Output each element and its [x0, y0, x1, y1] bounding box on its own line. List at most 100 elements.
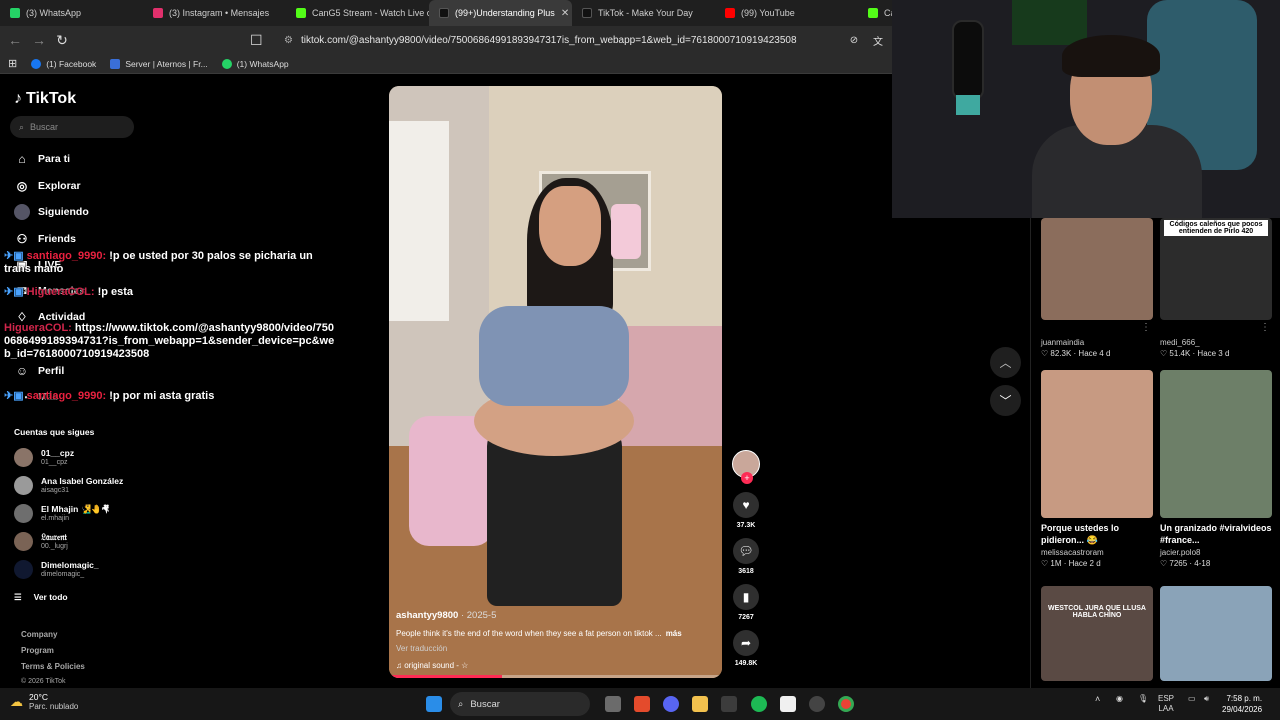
following-account[interactable]: 01__cpz 01__cpz — [14, 448, 74, 467]
nav-explorar[interactable]: ◎ Explorar — [14, 178, 81, 194]
video-card[interactable]: juanmaindia ♡ 82.3K · Hace 4 d ⋮ — [1041, 218, 1153, 358]
bookmark-aternos[interactable]: Server | Aternos | Fr... — [110, 58, 208, 69]
caption-more-link[interactable]: más — [666, 629, 682, 638]
back-icon[interactable]: ← — [8, 32, 22, 48]
following-title: Cuentas que sigues — [14, 427, 95, 437]
video-frame-person — [479, 306, 629, 406]
brave-icon[interactable] — [634, 696, 650, 712]
following-account[interactable]: Dimelomagic_ dimelomagic_ — [14, 560, 99, 579]
video-card[interactable] — [1160, 586, 1272, 681]
nav-perfil[interactable]: ☺ Perfil — [14, 363, 64, 379]
tab-kick-2[interactable]: Ca — [858, 0, 892, 26]
file-explorer-icon[interactable] — [692, 696, 708, 712]
whatsapp-icon — [10, 8, 20, 18]
footer-company[interactable]: Company — [21, 630, 57, 639]
profile-icon: ☺ — [15, 364, 29, 378]
url-text: tiktok.com/@ashantyy9800/video/750068649… — [300, 34, 797, 46]
task-view-icon[interactable] — [605, 696, 621, 712]
chevron-up-icon: ︿ — [999, 356, 1012, 370]
bookmark-icon[interactable]: ☐ — [250, 32, 263, 49]
like-button[interactable]: ♥ — [733, 492, 759, 518]
bookmark-facebook[interactable]: (1) Facebook — [31, 58, 96, 69]
tab-instagram[interactable]: (3) Instagram • Mensajes — [143, 0, 286, 26]
following-account[interactable]: 𝔏𝔞𝔲𝔯𝔢𝔫𝔱 00._lugrj — [14, 532, 68, 551]
follow-plus-icon[interactable]: + — [741, 472, 753, 484]
video-date: · 2025-5 — [458, 610, 497, 621]
tray-expand-icon[interactable]: ˄ — [1095, 694, 1100, 704]
browser-tabbar: (3) WhatsApp (3) Instagram • Mensajes Ca… — [0, 0, 892, 26]
previous-video-button[interactable]: ︿ — [990, 347, 1021, 378]
chat-text: !p esta — [94, 286, 134, 298]
account-handle: el.mhajin — [41, 515, 70, 522]
save-button[interactable]: ▮ — [733, 584, 759, 610]
chrome-icon[interactable] — [838, 696, 854, 712]
video-card[interactable]: WESTCOL JURA QUE LLUSA HABLA CHINO — [1041, 586, 1153, 681]
following-account[interactable]: Ana Isabel González aisagc31 — [14, 476, 123, 495]
store-icon[interactable] — [721, 696, 737, 712]
windows-start-icon[interactable] — [426, 696, 442, 712]
nav-para-ti[interactable]: ⌂ Para ti — [14, 151, 70, 167]
tab-tiktok[interactable]: TikTok - Make Your Day — [572, 0, 715, 26]
network-icon[interactable]: ▭ — [1188, 694, 1196, 704]
tab-youtube[interactable]: (99) YouTube — [715, 0, 858, 26]
share-button[interactable]: ➦ — [733, 630, 759, 656]
tab-tiktok-active[interactable]: (99+)Understanding Plus ✕ — [429, 0, 572, 26]
spotify-icon[interactable] — [751, 696, 767, 712]
volume-icon[interactable]: 🔊︎ — [1204, 694, 1209, 704]
obs-icon[interactable] — [809, 696, 825, 712]
video-info: ashantyy9800 · 2025-5 People think it's … — [396, 610, 716, 670]
weather-widget[interactable]: ☁ 20°C Parc. nublado — [10, 692, 78, 712]
tiktok-logo[interactable]: ♪ TikTok — [14, 90, 76, 108]
nav-label: Friends — [38, 233, 76, 245]
account-handle: 00._lugrj — [41, 543, 68, 550]
youtube-icon — [725, 8, 735, 18]
video-progress-bar[interactable] — [389, 675, 722, 678]
like-count: 37.3K — [736, 522, 756, 529]
video-sound[interactable]: ♫ original sound - ☆ — [396, 661, 716, 670]
translate-icon[interactable]: 文 — [872, 33, 884, 48]
language-indicator[interactable]: ESP LAA — [1158, 694, 1174, 714]
video-card[interactable]: Un granizado #viralvideos #france... jac… — [1160, 370, 1272, 568]
capcut-icon[interactable] — [780, 696, 796, 712]
url-field[interactable]: ⚙ tiktok.com/@ashantyy9800/video/7500686… — [284, 29, 836, 51]
video-player[interactable]: ashantyy9800 · 2025-5 People think it's … — [389, 86, 722, 678]
site-info-icon[interactable]: ⚙ — [284, 35, 293, 46]
discord-icon[interactable] — [663, 696, 679, 712]
following-account[interactable]: El Mhajin 🧏‍♂️🤚🤻 el.mhajin — [14, 504, 109, 523]
comment-button[interactable]: 💬︎ — [733, 538, 759, 564]
forward-icon[interactable]: → — [32, 32, 46, 48]
nav-siguiendo[interactable]: Siguiendo — [14, 204, 89, 220]
chat-message: ✈▣ santiago_9990: !p oe usted por 30 pal… — [4, 250, 334, 276]
webcam-streamer — [1062, 35, 1160, 77]
video-card[interactable]: Códigos caleños que pocos entienden de P… — [1160, 218, 1272, 358]
chat-username: santiago_9990: — [26, 250, 107, 262]
comment-count: 3618 — [738, 568, 754, 575]
microphone-icon[interactable]: 🎙︎ — [1138, 694, 1148, 704]
aternos-icon — [110, 58, 121, 69]
see-all-link[interactable]: ☰ Ver todo — [14, 592, 68, 603]
more-options-icon[interactable]: ⋮ — [1260, 322, 1270, 333]
bookmark-whatsapp[interactable]: (1) WhatsApp — [221, 58, 289, 69]
no-tracking-icon[interactable]: ⊘ — [848, 35, 860, 46]
card-stats: ♡ 82.3K · Hace 4 d — [1041, 349, 1111, 358]
creator-avatar[interactable]: + — [732, 450, 760, 484]
nav-friends[interactable]: ⚇ Friends — [14, 231, 76, 247]
clock[interactable]: 7:58 p. m. 29/04/2026 — [1222, 693, 1262, 715]
close-tab-icon[interactable]: ✕ — [561, 8, 569, 19]
apps-grid-icon[interactable]: ⊞ — [8, 57, 17, 70]
next-video-button[interactable]: ﹀ — [990, 385, 1021, 416]
more-options-icon[interactable]: ⋮ — [1141, 322, 1151, 333]
clock-time: 7:58 p. m. — [1226, 694, 1263, 703]
tab-kick[interactable]: CanG5 Stream - Watch Live on — [286, 0, 429, 26]
taskbar-search[interactable]: ⌕ Buscar — [450, 692, 590, 716]
search-input[interactable]: ⌕ Buscar — [10, 116, 134, 138]
kick-icon — [868, 8, 878, 18]
translate-link[interactable]: Ver traducción — [396, 644, 716, 653]
video-card[interactable]: Porque ustedes lo pidieron... 😂 melissac… — [1041, 370, 1153, 568]
footer-program[interactable]: Program — [21, 646, 54, 655]
tray-app-icon[interactable]: ◉ — [1116, 694, 1123, 704]
footer-terms[interactable]: Terms & Policies — [21, 662, 85, 671]
reload-icon[interactable]: ↻ — [56, 32, 68, 49]
tab-whatsapp[interactable]: (3) WhatsApp — [0, 0, 143, 26]
video-author[interactable]: ashantyy9800 — [396, 610, 458, 621]
